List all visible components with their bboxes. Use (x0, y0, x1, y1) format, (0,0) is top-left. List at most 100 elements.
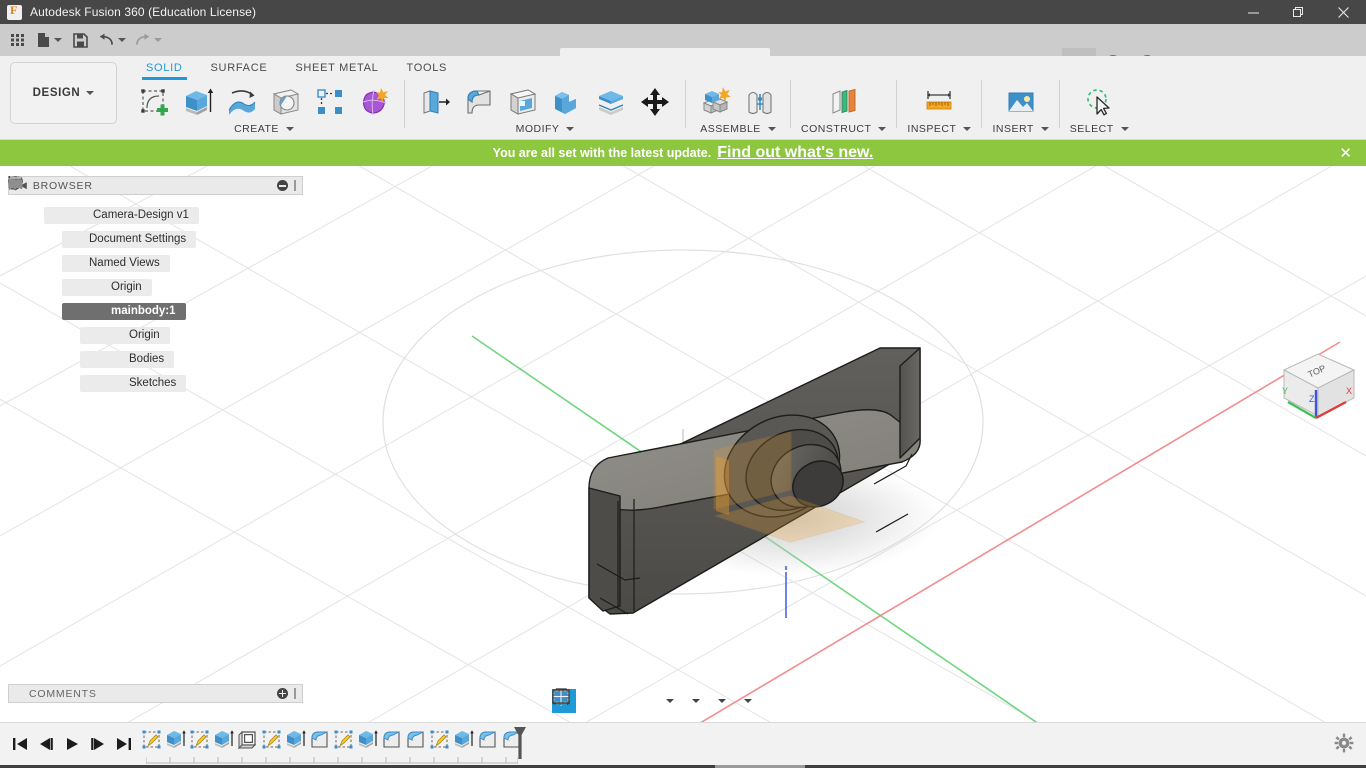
minimize-icon[interactable] (1231, 0, 1276, 24)
timeline-feature-fillet[interactable] (476, 729, 500, 757)
extrude-icon[interactable] (178, 82, 218, 122)
timeline-feature-extrude[interactable] (212, 729, 236, 757)
fillet-icon[interactable] (459, 82, 499, 122)
close-icon[interactable] (1321, 0, 1366, 24)
revolve-icon[interactable] (222, 82, 262, 122)
ribbon-group-label-insert[interactable]: INSERT (992, 123, 1049, 135)
go-to-end-icon[interactable] (112, 731, 136, 757)
ribbon-group-label-modify[interactable]: MODIFY (516, 123, 575, 135)
insert-label: INSERT (992, 123, 1034, 135)
comments-panel-header[interactable]: COMMENTS (8, 684, 303, 703)
browser-panel: ◀◀ BROWSER (8, 176, 303, 395)
combine-icon[interactable] (547, 82, 587, 122)
tree-row-origin-top[interactable]: Origin (8, 176, 303, 299)
zoom-window-icon[interactable] (552, 689, 680, 713)
timeline-feature-sketch[interactable] (188, 729, 212, 757)
form-icon[interactable] (354, 82, 394, 122)
window-controls (1231, 0, 1366, 24)
new-document-icon[interactable] (33, 27, 65, 53)
maximize-icon[interactable] (1276, 0, 1321, 24)
banner-close-icon[interactable]: ✕ (1339, 144, 1352, 162)
rectangular-pattern-icon[interactable] (310, 82, 350, 122)
tree-row-bodies[interactable]: Bodies (8, 176, 303, 371)
select-label: SELECT (1069, 123, 1114, 135)
fusion-logo-icon (7, 3, 22, 20)
quick-access-toolbar: Camera-Design v1* ✕ (0, 24, 1366, 80)
workspace-selector[interactable]: DESIGN (10, 62, 117, 124)
collapse-all-circle-icon[interactable] (277, 180, 288, 191)
app-grid-icon[interactable] (5, 27, 31, 53)
ribbon-group-label-construct[interactable]: CONSTRUCT (801, 123, 887, 135)
split-face-icon[interactable] (591, 82, 631, 122)
viewports-icon[interactable] (552, 689, 758, 713)
shell-icon[interactable] (503, 82, 543, 122)
timeline-feature-extrude[interactable] (356, 729, 380, 757)
new-component-icon[interactable] (696, 82, 736, 122)
press-pull-icon[interactable] (415, 82, 455, 122)
timeline-feature-extrude[interactable] (164, 729, 188, 757)
create-sketch-icon[interactable] (134, 82, 174, 122)
tab-tools[interactable]: TOOLS (392, 58, 461, 80)
tree-row-mainbody[interactable]: mainbody:1 (8, 176, 303, 323)
banner-whats-new-link[interactable]: Find out what's new. (717, 144, 873, 162)
timeline-feature-sketch[interactable] (428, 729, 452, 757)
go-to-beginning-icon[interactable] (8, 731, 32, 757)
ribbon-divider (1058, 80, 1060, 128)
redo-icon[interactable] (131, 27, 165, 53)
timeline-feature-extrude[interactable] (452, 729, 476, 757)
timeline-feature-sketch[interactable] (260, 729, 284, 757)
move-copy-icon[interactable] (635, 82, 675, 122)
timeline-feature-fillet[interactable] (308, 729, 332, 757)
look-at-icon[interactable] (552, 688, 602, 713)
assemble-label: ASSEMBLE (700, 123, 761, 135)
tab-solid[interactable]: SOLID (132, 58, 197, 80)
ribbon-divider (790, 80, 791, 128)
browser-header-label: BROWSER (32, 179, 93, 192)
joint-icon[interactable] (740, 82, 780, 122)
construct-label: CONSTRUCT (801, 123, 872, 135)
measure-icon[interactable] (919, 82, 959, 122)
ribbon-group-label-create[interactable]: CREATE (234, 123, 294, 135)
insert-image-icon[interactable] (1001, 82, 1041, 122)
timeline-feature-extrude[interactable] (284, 729, 308, 757)
tab-surface[interactable]: SURFACE (197, 58, 282, 80)
tab-sheet-metal[interactable]: SHEET METAL (281, 58, 392, 80)
tree-row-document-settings[interactable]: Document Settings (8, 176, 303, 251)
grid-snaps-icon[interactable] (553, 689, 732, 713)
timeline-feature-sketch[interactable] (140, 729, 164, 757)
select-lasso-icon[interactable] (1079, 82, 1119, 122)
play-playback-icon[interactable] (60, 731, 84, 757)
timeline-playback-controls (8, 731, 136, 757)
hole-icon[interactable] (266, 82, 306, 122)
undo-icon[interactable] (95, 27, 129, 53)
pan-hand-icon[interactable] (555, 688, 628, 713)
ribbon-group-label-select[interactable]: SELECT (1070, 123, 1129, 135)
timeline-feature-fillet[interactable] (380, 729, 404, 757)
tree-row-camera-design[interactable]: Camera-Design v1 (8, 176, 303, 227)
timeline-feature-track (140, 729, 524, 759)
zoom-magnifier-icon[interactable] (553, 688, 654, 713)
body-left-end (588, 487, 621, 612)
timeline-marker-icon[interactable] (512, 726, 528, 765)
step-forward-icon[interactable] (86, 731, 110, 757)
3d-viewport[interactable]: TOP Y X Z ◀◀ BROWSER (0, 166, 1366, 722)
timeline-settings-gear-icon[interactable] (1334, 733, 1354, 758)
ribbon-divider (981, 80, 983, 128)
tree-row-origin-child[interactable]: Origin (8, 176, 303, 347)
ribbon-group-label-inspect[interactable]: INSPECT (907, 123, 972, 135)
tree-row-named-views[interactable]: Named Views (8, 176, 303, 275)
offset-plane-icon[interactable] (824, 82, 864, 122)
display-settings-icon[interactable] (553, 689, 706, 713)
tree-label: Origin (111, 281, 142, 293)
browser-tree: Camera-Design v1 Document Settings Named… (8, 176, 303, 395)
add-comment-circle-icon[interactable] (277, 688, 288, 699)
timeline-feature-sketch[interactable] (332, 729, 356, 757)
timeline-feature-shell[interactable] (236, 729, 260, 757)
panel-resize-grip[interactable] (294, 688, 296, 699)
save-icon[interactable] (67, 27, 93, 53)
ribbon-group-label-assemble[interactable]: ASSEMBLE (700, 123, 776, 135)
timeline-feature-fillet[interactable] (404, 729, 428, 757)
tree-row-sketches[interactable]: Sketches (8, 176, 303, 395)
panel-resize-grip[interactable] (294, 180, 296, 191)
step-back-icon[interactable] (34, 731, 58, 757)
